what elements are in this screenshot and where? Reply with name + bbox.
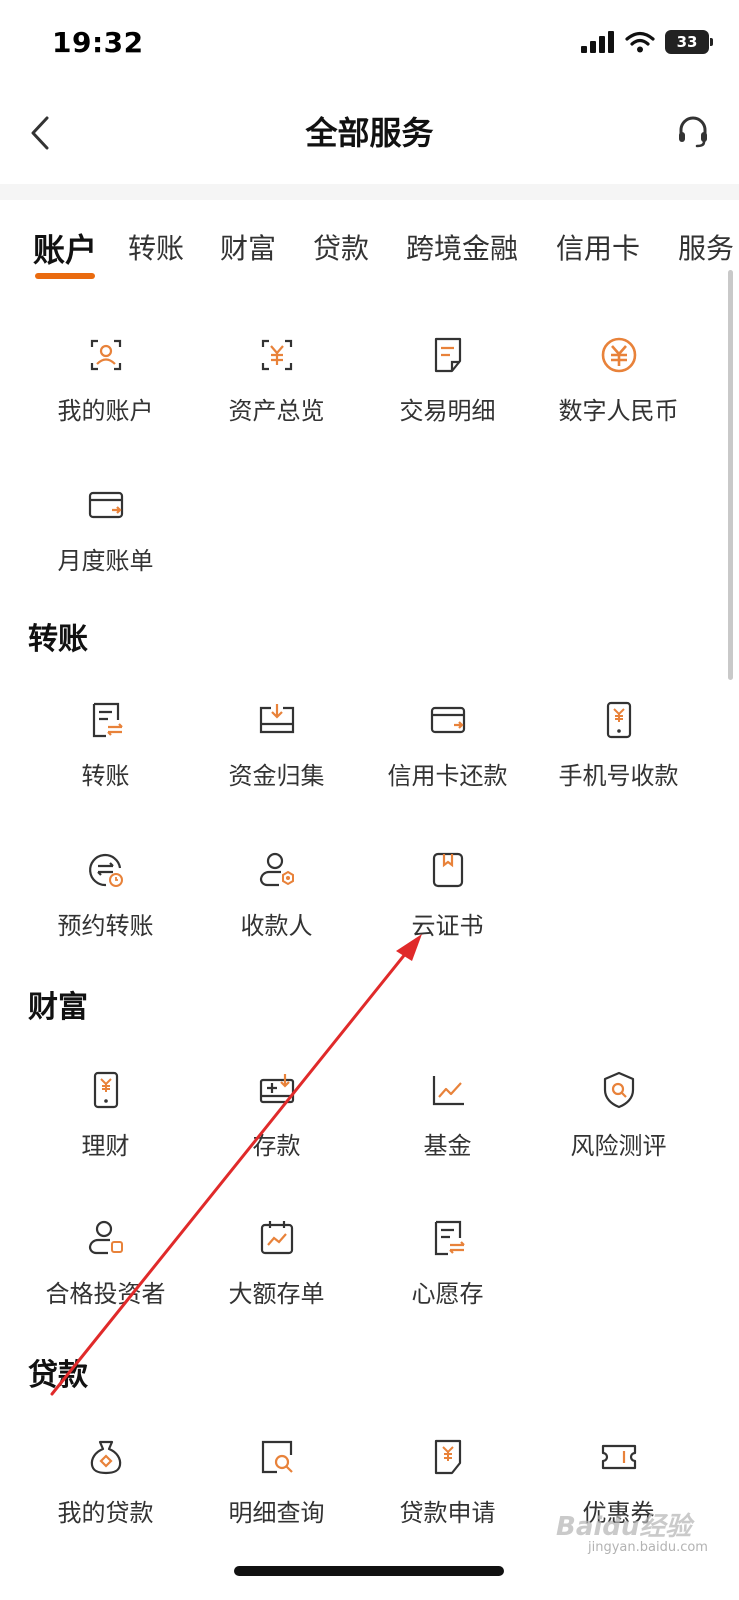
yuan-frame-icon bbox=[261, 339, 292, 371]
service-label: 交易明细 bbox=[399, 397, 496, 425]
tab-account[interactable]: 账户 bbox=[33, 225, 97, 271]
service-cloud-certificate[interactable]: 云证书 bbox=[360, 850, 535, 970]
service-label: 资金归集 bbox=[228, 762, 325, 790]
scrollbar[interactable] bbox=[728, 270, 733, 680]
service-transfer[interactable]: 转账 bbox=[18, 700, 193, 820]
service-label: 资产总览 bbox=[228, 397, 325, 425]
service-label: 云证书 bbox=[411, 912, 484, 940]
service-transaction-details[interactable]: 交易明细 bbox=[360, 335, 535, 455]
service-wish-deposit[interactable]: 心愿存 bbox=[360, 1218, 535, 1338]
page-title: 全部服务 bbox=[305, 114, 434, 152]
status-icons: 33 bbox=[581, 30, 713, 54]
tab-service[interactable]: 服务 bbox=[678, 227, 734, 267]
service-label: 我的贷款 bbox=[57, 1499, 154, 1527]
service-loan-application[interactable]: 贷款申请 bbox=[360, 1437, 535, 1557]
service-risk-assessment[interactable]: 风险测评 bbox=[531, 1070, 706, 1190]
service-label: 手机号收款 bbox=[558, 762, 679, 790]
payee-icon bbox=[259, 852, 294, 887]
service-my-loan[interactable]: 我的贷款 bbox=[18, 1437, 193, 1557]
wifi-icon bbox=[625, 31, 655, 53]
card-bill-icon bbox=[88, 491, 123, 519]
watermark-url: jingyan.baidu.com bbox=[588, 1540, 708, 1555]
calendar-chart-icon bbox=[260, 1221, 293, 1255]
coupon-icon bbox=[601, 1444, 636, 1470]
service-label: 风险测评 bbox=[570, 1132, 667, 1160]
service-label: 我的账户 bbox=[57, 397, 154, 425]
user-frame-icon bbox=[90, 339, 121, 371]
customer-service-button[interactable] bbox=[665, 104, 721, 160]
service-monthly-bill[interactable]: 月度账单 bbox=[18, 485, 193, 605]
service-my-account[interactable]: 我的账户 bbox=[18, 335, 193, 455]
service-credit-card-repayment[interactable]: 信用卡还款 bbox=[360, 700, 535, 820]
service-large-cd[interactable]: 大额存单 bbox=[189, 1218, 364, 1338]
service-scheduled-transfer[interactable]: 预约转账 bbox=[18, 850, 193, 970]
tab-transfer[interactable]: 转账 bbox=[128, 227, 184, 267]
service-label: 信用卡还款 bbox=[387, 762, 508, 790]
chart-line-icon bbox=[432, 1076, 464, 1106]
watermark-logo: Baidu经验 bbox=[556, 1512, 692, 1542]
service-phone-receive[interactable]: 手机号收款 bbox=[531, 700, 706, 820]
service-label: 心愿存 bbox=[411, 1280, 484, 1308]
fund-collect-icon bbox=[259, 704, 294, 734]
money-bag-icon bbox=[90, 1440, 121, 1475]
document-icon bbox=[434, 337, 461, 373]
service-label: 转账 bbox=[81, 762, 130, 790]
category-tabs: 账户 转账 财富 贷款 跨境金融 信用卡 服务 bbox=[0, 205, 739, 285]
scheduled-transfer-icon bbox=[88, 853, 123, 887]
service-label: 月度账单 bbox=[57, 547, 154, 575]
signal-icon bbox=[581, 31, 614, 53]
search-doc-icon bbox=[261, 1440, 293, 1474]
service-label: 大额存单 bbox=[228, 1280, 325, 1308]
service-detail-query[interactable]: 明细查询 bbox=[189, 1437, 364, 1557]
service-deposit[interactable]: 存款 bbox=[189, 1070, 364, 1190]
wish-deposit-icon bbox=[434, 1220, 465, 1256]
phone-yuan-icon bbox=[93, 1071, 118, 1109]
investor-icon bbox=[88, 1220, 123, 1255]
section-title-transfer: 转账 bbox=[28, 622, 88, 657]
section-title-wealth: 财富 bbox=[28, 990, 88, 1025]
service-asset-overview[interactable]: 资产总览 bbox=[189, 335, 364, 455]
service-label: 贷款申请 bbox=[399, 1499, 496, 1527]
service-label: 存款 bbox=[252, 1132, 301, 1160]
service-fund[interactable]: 基金 bbox=[360, 1070, 535, 1190]
home-indicator[interactable] bbox=[234, 1566, 504, 1576]
service-digital-rmb[interactable]: 数字人民币 bbox=[531, 335, 706, 455]
tab-cross-border[interactable]: 跨境金融 bbox=[406, 227, 518, 267]
header-divider bbox=[0, 184, 739, 200]
status-time: 19:32 bbox=[52, 26, 144, 59]
status-bar: 19:32 33 bbox=[0, 0, 739, 90]
tab-credit-card[interactable]: 信用卡 bbox=[556, 227, 640, 267]
battery-icon: 33 bbox=[665, 30, 713, 54]
service-label: 收款人 bbox=[240, 912, 313, 940]
service-label: 数字人民币 bbox=[558, 397, 679, 425]
phone-yuan-icon bbox=[606, 701, 631, 739]
tab-loan[interactable]: 贷款 bbox=[313, 227, 369, 267]
service-label: 明细查询 bbox=[228, 1499, 325, 1527]
service-financial-products[interactable]: 理财 bbox=[18, 1070, 193, 1190]
service-qualified-investor[interactable]: 合格投资者 bbox=[18, 1218, 193, 1338]
service-label: 理财 bbox=[81, 1132, 130, 1160]
section-title-loan: 贷款 bbox=[28, 1358, 88, 1393]
service-label: 合格投资者 bbox=[45, 1280, 166, 1308]
service-payee[interactable]: 收款人 bbox=[189, 850, 364, 970]
deposit-icon bbox=[259, 1074, 294, 1104]
battery-level: 33 bbox=[676, 33, 698, 51]
digital-rmb-icon bbox=[601, 337, 636, 373]
active-tab-indicator bbox=[35, 273, 95, 279]
certificate-icon bbox=[432, 852, 463, 888]
credit-card-icon bbox=[430, 706, 465, 734]
loan-apply-icon bbox=[434, 1439, 461, 1475]
service-fund-collection[interactable]: 资金归集 bbox=[189, 700, 364, 820]
service-label: 预约转账 bbox=[57, 912, 154, 940]
headset-icon bbox=[679, 116, 707, 148]
transfer-doc-icon bbox=[92, 702, 123, 738]
service-label: 基金 bbox=[423, 1132, 472, 1160]
nav-bar: 全部服务 bbox=[0, 90, 739, 180]
shield-search-icon bbox=[603, 1071, 634, 1109]
tab-wealth[interactable]: 财富 bbox=[220, 227, 276, 267]
